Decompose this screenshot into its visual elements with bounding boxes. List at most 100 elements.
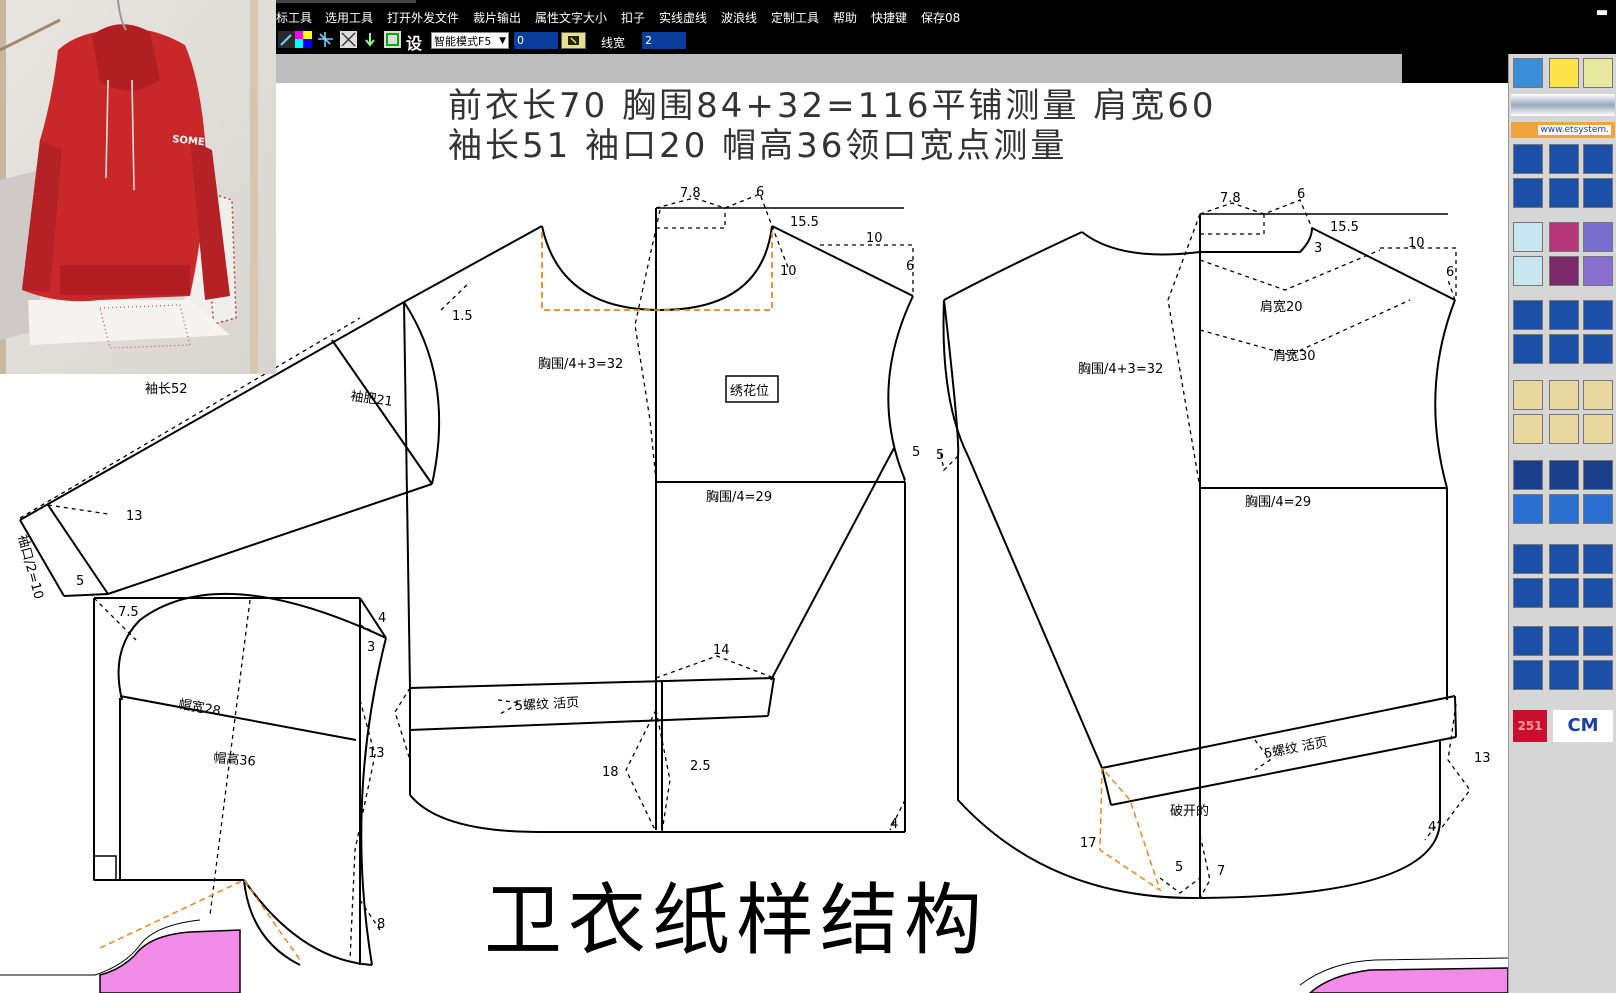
menu-solid-dashed[interactable]: 实线虚线 [659, 9, 707, 26]
minimize-button[interactable]: ▬ [1590, 2, 1614, 24]
label-back-17: 17 [1080, 836, 1097, 851]
pen-tool-icon[interactable] [278, 31, 295, 48]
value-apply-button[interactable] [561, 32, 586, 49]
palette-cone-icon[interactable] [1583, 578, 1613, 608]
menu-select-tools[interactable]: 选用工具 [325, 9, 373, 26]
menu-save[interactable]: 保存08 [921, 9, 960, 26]
palette-tool-1-icon[interactable] [1513, 144, 1543, 174]
palette-bag-icon[interactable] [1513, 544, 1543, 574]
palette-frame-icon[interactable] [1583, 300, 1613, 330]
label-front-4: 4 [890, 817, 898, 832]
palette-scissors-icon[interactable] [1513, 222, 1543, 252]
mode-select[interactable]: 智能模式F5 ▼ [431, 32, 509, 49]
palette-dart-2-icon[interactable] [1549, 380, 1579, 410]
palette-ruler-icon[interactable] [1583, 626, 1613, 656]
palette-arrows-icon[interactable] [1549, 222, 1579, 252]
palette-split-icon[interactable] [1549, 578, 1579, 608]
palette-curve-3-icon[interactable] [1583, 494, 1613, 524]
unit-button[interactable]: CM [1553, 710, 1613, 742]
label-front-neck-w: 7.8 [680, 186, 701, 201]
palette-skirt-icon[interactable] [1549, 544, 1579, 574]
spec-line-2: 袖长51 袖口20 帽高36领口宽点测量 [448, 126, 1068, 166]
palette-tool-4-icon[interactable] [1513, 178, 1543, 208]
label-back-sh20: 肩宽20 [1260, 299, 1303, 315]
menu-attr-text-size[interactable]: 属性文字大小 [535, 9, 607, 26]
apply-icon [568, 36, 579, 45]
back-guides [939, 199, 1471, 899]
menu-piece-output[interactable]: 裁片输出 [473, 9, 521, 26]
linewidth-input[interactable]: 2 [642, 32, 686, 49]
palette-curve-2-icon[interactable] [1549, 494, 1579, 524]
label-back-4: 4 [1428, 820, 1436, 835]
arrow-down-tool-icon[interactable] [362, 31, 379, 48]
palette-display-1-icon[interactable] [1513, 460, 1543, 490]
palette-angle-icon[interactable] [1583, 660, 1613, 690]
palette-cut-icon[interactable] [1549, 256, 1579, 286]
label-front-5: 5 [912, 445, 920, 460]
palette-curve-1-icon[interactable] [1513, 494, 1543, 524]
palette-fold-icon[interactable] [1583, 256, 1613, 286]
settings-button[interactable]: 设 [406, 30, 422, 54]
palette-sew-icon[interactable] [1513, 300, 1543, 330]
menu-tools[interactable]: 标工具 [276, 9, 312, 26]
palette-tool-5-icon[interactable] [1549, 178, 1579, 208]
label-embroidery: 绣花位 [730, 383, 769, 399]
palette-curve-icon[interactable] [1549, 58, 1579, 88]
star-snap-icon[interactable] [317, 31, 334, 48]
label-sleeve-len: 袖长52 [145, 382, 188, 397]
palette-dart-6-icon[interactable] [1583, 414, 1613, 444]
label-back-5: 5 [936, 448, 944, 463]
page-title: 卫衣纸样结构 [484, 876, 989, 966]
palette-dart-5-icon[interactable] [1549, 414, 1579, 444]
menu-shortcuts[interactable]: 快捷键 [871, 9, 907, 26]
palette-round-icon[interactable] [1513, 626, 1543, 656]
status-panel [1402, 54, 1508, 83]
palette-box-icon[interactable] [1583, 544, 1613, 574]
palette-dart-3-icon[interactable] [1583, 380, 1613, 410]
label-front-10b: 10 [780, 264, 797, 279]
palette-pants-icon[interactable] [1549, 334, 1579, 364]
menu-custom-tools[interactable]: 定制工具 [771, 9, 819, 26]
menu-buttons[interactable]: 扣子 [621, 9, 645, 26]
color-palette-icon[interactable] [295, 31, 312, 48]
palette-fabric-icon[interactable] [1583, 334, 1613, 364]
label-back-neck-w: 7.8 [1220, 191, 1241, 206]
label-front-6: 6 [906, 259, 914, 274]
palette-dart-4-icon[interactable] [1513, 414, 1543, 444]
label-back-chest: 胸围/4+3=32 [1078, 362, 1163, 377]
label-back-neck-d: 6 [1297, 187, 1305, 202]
palette-slider-bar[interactable] [1511, 94, 1615, 116]
value-input[interactable]: 0 [514, 32, 558, 49]
palette-move-icon[interactable] [1513, 578, 1543, 608]
palette-bucket-icon[interactable] [1513, 334, 1543, 364]
pink-piece-left [99, 929, 241, 993]
palette-tool-6-icon[interactable] [1583, 178, 1613, 208]
label-hood-w: 帽宽28 [177, 696, 222, 719]
garment-photo: SOME [0, 0, 276, 374]
palette-dart-1-icon[interactable] [1513, 380, 1543, 410]
palette-tool-2-icon[interactable] [1549, 144, 1579, 174]
menu-help[interactable]: 帮助 [833, 9, 857, 26]
palette-line-icon[interactable] [1513, 660, 1543, 690]
palette-triangle-icon[interactable] [1549, 626, 1579, 656]
front-guides [394, 193, 914, 833]
mode-select-value: 智能模式F5 [434, 35, 492, 48]
label-back-shoulder: 15.5 [1330, 220, 1359, 235]
palette-tool-3-icon[interactable] [1583, 144, 1613, 174]
palette-table-icon[interactable] [1549, 660, 1579, 690]
grid-edit-icon[interactable] [340, 31, 357, 48]
chevron-down-icon: ▼ [499, 36, 506, 46]
palette-shape-icon[interactable] [1583, 222, 1613, 252]
palette-display-2-icon[interactable] [1549, 460, 1579, 490]
label-front-rib: 5螺纹 活页 [514, 696, 579, 714]
menu-wavy-line[interactable]: 波浪线 [721, 9, 757, 26]
palette-screen-icon[interactable] [1513, 58, 1543, 88]
status-bar [276, 54, 1402, 83]
screen-capture-icon[interactable] [384, 31, 401, 48]
palette-pin-icon[interactable] [1513, 256, 1543, 286]
palette-display-3-icon[interactable] [1583, 460, 1613, 490]
label-back-7: 7 [1217, 864, 1225, 879]
palette-wrench-icon[interactable] [1583, 58, 1613, 88]
menu-open-external[interactable]: 打开外发文件 [387, 9, 459, 26]
palette-dress-icon[interactable] [1549, 300, 1579, 330]
